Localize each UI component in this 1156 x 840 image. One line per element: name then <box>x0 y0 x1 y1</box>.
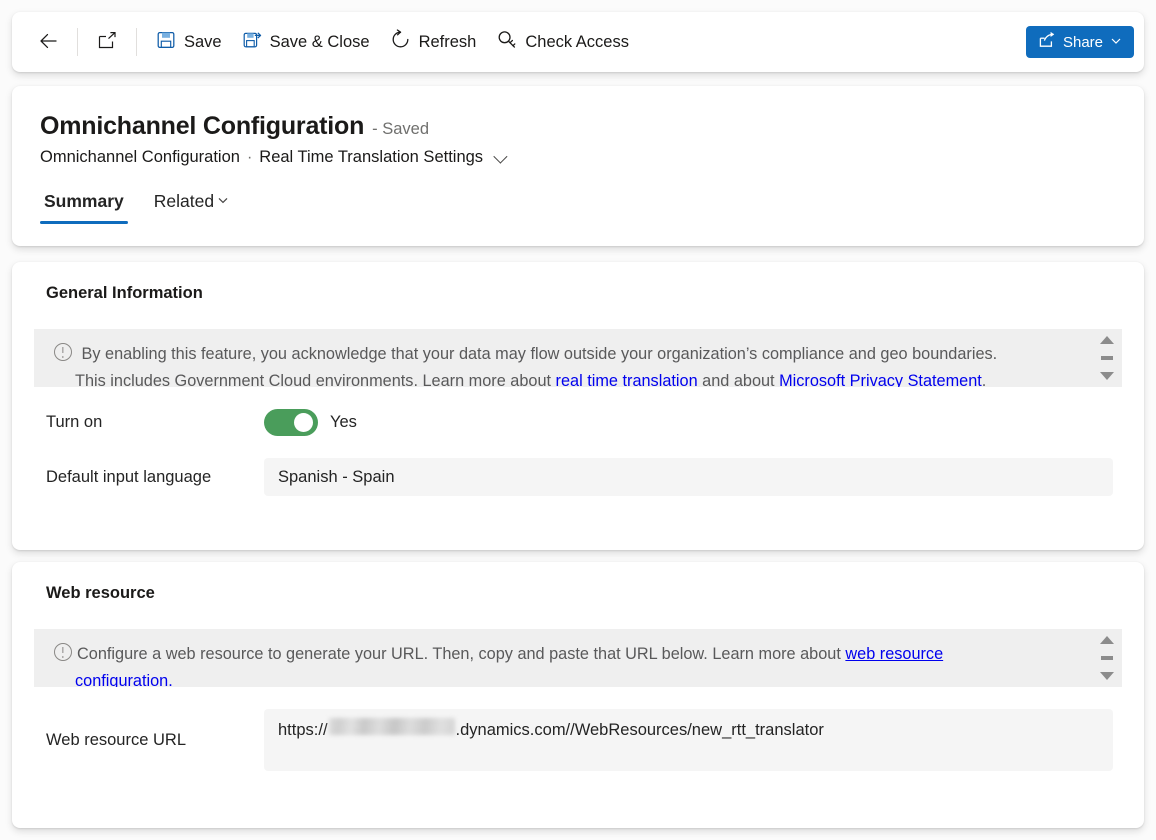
field-row-turn-on: Turn on Yes <box>34 409 1122 436</box>
section-title-general-information: General Information <box>46 284 1122 303</box>
save-and-close-button[interactable]: Save & Close <box>232 22 380 62</box>
save-floppy-icon <box>156 30 176 55</box>
chevron-down-icon[interactable] <box>493 149 507 163</box>
key-icon <box>496 29 517 55</box>
save-button[interactable]: Save <box>146 22 232 62</box>
notice-line-2-prefix: This includes Government Cloud environme… <box>75 372 556 387</box>
share-button[interactable]: Share <box>1026 26 1134 58</box>
toggle-knob <box>294 413 313 432</box>
url-suffix: .dynamics.com//WebResources/new_rtt_tran… <box>456 721 824 740</box>
field-label-default-input-language: Default input language <box>34 468 264 487</box>
notice-line-2-middle: and about <box>698 372 779 387</box>
link-configuration[interactable]: configuration. <box>75 672 173 687</box>
arrow-left-icon <box>37 30 59 55</box>
link-web-resource[interactable]: web resource <box>845 645 943 663</box>
web-resource-url-value: https:// .dynamics.com//WebResources/new_… <box>278 718 824 740</box>
refresh-icon <box>390 29 411 55</box>
scroll-thumb[interactable] <box>1101 356 1113 360</box>
refresh-button[interactable]: Refresh <box>380 22 487 62</box>
field-row-web-resource-url: Web resource URL https:// .dynamics.com//… <box>34 709 1122 771</box>
field-control-web-resource-url: https:// .dynamics.com//WebResources/new_… <box>264 709 1122 771</box>
toolbar-divider-1 <box>77 28 78 56</box>
default-input-language-input[interactable]: Spanish - Spain <box>264 458 1113 496</box>
notice-scrollbar[interactable] <box>1092 329 1122 387</box>
breadcrumb-separator: · <box>247 149 252 167</box>
form-tab-list: Summary Related <box>40 191 1116 224</box>
web-resource-url-input[interactable]: https:// .dynamics.com//WebResources/new_… <box>264 709 1113 771</box>
save-and-close-icon <box>242 30 262 55</box>
default-input-language-value: Spanish - Spain <box>278 468 395 487</box>
save-and-close-button-label: Save & Close <box>270 33 370 52</box>
notice-text-block: By enabling this feature, you acknowledg… <box>34 329 1092 387</box>
notice-line-2: configuration. <box>54 668 1074 687</box>
link-microsoft-privacy-statement[interactable]: Microsoft Privacy Statement <box>779 372 982 387</box>
toolbar-divider-2 <box>136 28 137 56</box>
back-button[interactable] <box>28 22 68 62</box>
url-prefix: https:// <box>278 721 328 740</box>
field-label-web-resource-url: Web resource URL <box>34 731 264 750</box>
breadcrumb: Omnichannel Configuration · Real Time Tr… <box>40 148 1116 167</box>
scroll-thumb[interactable] <box>1101 656 1113 660</box>
notice-scrollbar[interactable] <box>1092 629 1122 687</box>
field-control-turn-on: Yes <box>264 409 1122 436</box>
field-row-default-input-language: Default input language Spanish - Spain <box>34 458 1122 496</box>
notice-line-2-suffix: . <box>982 372 987 387</box>
web-resource-section: Web resource Configure a web resource to… <box>12 562 1144 828</box>
toggle-track[interactable] <box>264 409 318 436</box>
redacted-org-name <box>329 718 455 735</box>
web-resource-notice: Configure a web resource to generate you… <box>34 629 1122 687</box>
refresh-button-label: Refresh <box>419 33 477 52</box>
notice-line-1: By enabling this feature, you acknowledg… <box>54 341 1074 368</box>
scroll-down-arrow-icon[interactable] <box>1100 372 1114 380</box>
save-status: - Saved <box>372 120 429 139</box>
general-information-notice: By enabling this feature, you acknowledg… <box>34 329 1122 387</box>
scroll-up-arrow-icon[interactable] <box>1100 636 1114 644</box>
general-information-section: General Information By enabling this fea… <box>12 262 1144 550</box>
title-row: Omnichannel Configuration - Saved <box>40 112 1116 141</box>
notice-text-block: Configure a web resource to generate you… <box>34 629 1092 687</box>
record-header-card: Omnichannel Configuration - Saved Omnich… <box>12 86 1144 246</box>
link-real-time-translation[interactable]: real time translation <box>556 372 698 387</box>
open-in-new-window-button[interactable] <box>87 22 127 62</box>
turn-on-toggle[interactable]: Yes <box>264 409 1122 436</box>
save-button-label: Save <box>184 33 222 52</box>
info-circle-icon <box>54 343 72 361</box>
tab-related-label: Related <box>154 191 214 212</box>
check-access-button[interactable]: Check Access <box>486 22 639 62</box>
notice-line-1-prefix: Configure a web resource to generate you… <box>77 645 845 663</box>
toggle-value-label: Yes <box>330 413 357 432</box>
tab-summary[interactable]: Summary <box>40 191 128 224</box>
notice-line-2: This includes Government Cloud environme… <box>54 368 1074 387</box>
tab-summary-label: Summary <box>44 191 124 211</box>
chevron-down-icon <box>1110 34 1122 51</box>
breadcrumb-parent[interactable]: Omnichannel Configuration <box>40 148 240 167</box>
command-bar: Save Save & Close Refresh <box>12 12 1144 72</box>
breadcrumb-current-form[interactable]: Real Time Translation Settings <box>259 148 483 167</box>
section-title-web-resource: Web resource <box>46 584 1122 603</box>
chevron-down-icon <box>216 191 230 212</box>
tab-related[interactable]: Related <box>150 191 234 224</box>
notice-line-1: Configure a web resource to generate you… <box>54 641 1074 668</box>
field-label-turn-on: Turn on <box>34 413 264 432</box>
field-control-default-input-language: Spanish - Spain <box>264 458 1122 496</box>
share-icon <box>1038 31 1056 53</box>
scroll-down-arrow-icon[interactable] <box>1100 672 1114 680</box>
open-in-new-window-icon <box>97 31 117 54</box>
check-access-button-label: Check Access <box>525 33 629 52</box>
scroll-up-arrow-icon[interactable] <box>1100 336 1114 344</box>
info-circle-icon <box>54 643 72 661</box>
share-button-label: Share <box>1063 34 1103 51</box>
notice-line-1-text: By enabling this feature, you acknowledg… <box>82 345 998 363</box>
record-form-page: Save Save & Close Refresh <box>0 0 1156 840</box>
page-title: Omnichannel Configuration <box>40 112 364 141</box>
